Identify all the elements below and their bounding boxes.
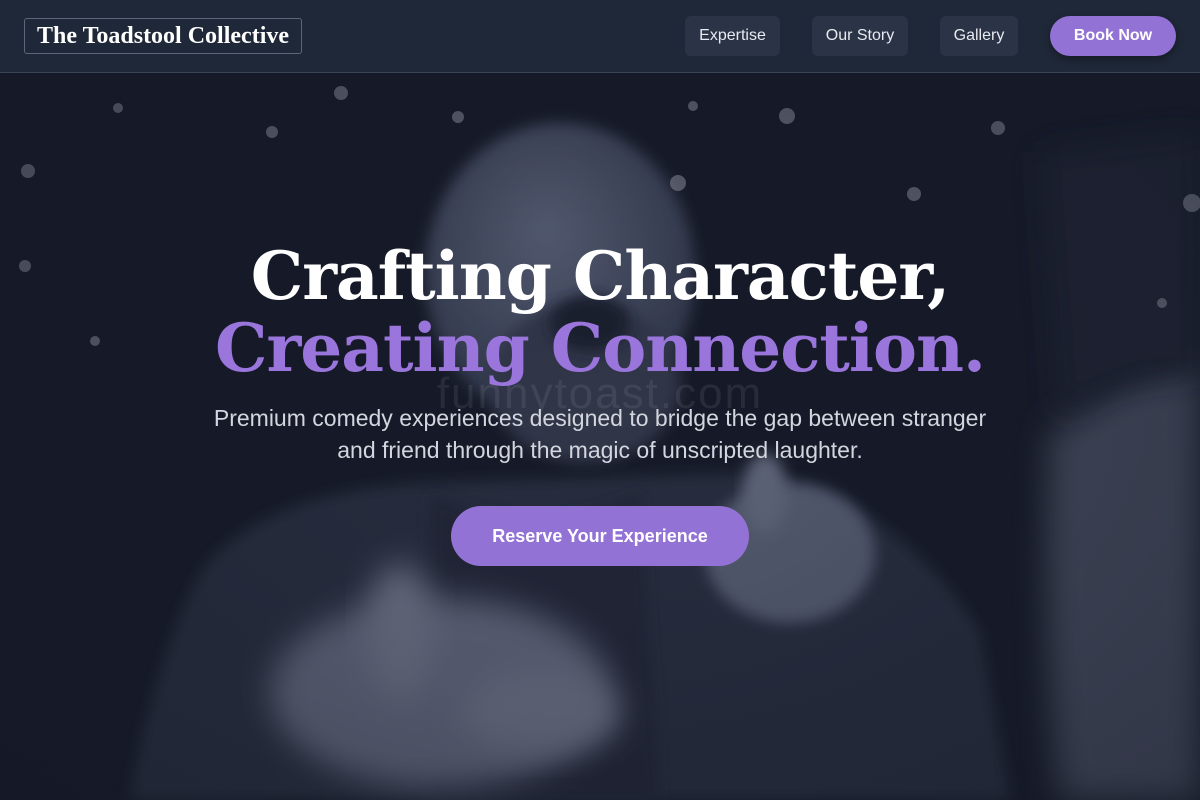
brand-logo[interactable]: The Toadstool Collective — [24, 18, 303, 54]
hero-headline-line-2: Creating Connection. — [215, 309, 986, 387]
nav-link-our-story[interactable]: Our Story — [812, 16, 908, 56]
hero-subtitle: Premium comedy experiences designed to b… — [213, 405, 987, 463]
nav-link-gallery[interactable]: Gallery — [940, 16, 1018, 56]
top-navigation: The Toadstool Collective Expertise Our S… — [0, 0, 1200, 73]
reserve-experience-button[interactable]: Reserve Your Experience — [451, 506, 749, 566]
hero-headline-line-1: Crafting Character, — [250, 237, 951, 315]
nav-link-expertise[interactable]: Expertise — [685, 16, 780, 56]
book-now-button[interactable]: Book Now — [1050, 16, 1176, 56]
